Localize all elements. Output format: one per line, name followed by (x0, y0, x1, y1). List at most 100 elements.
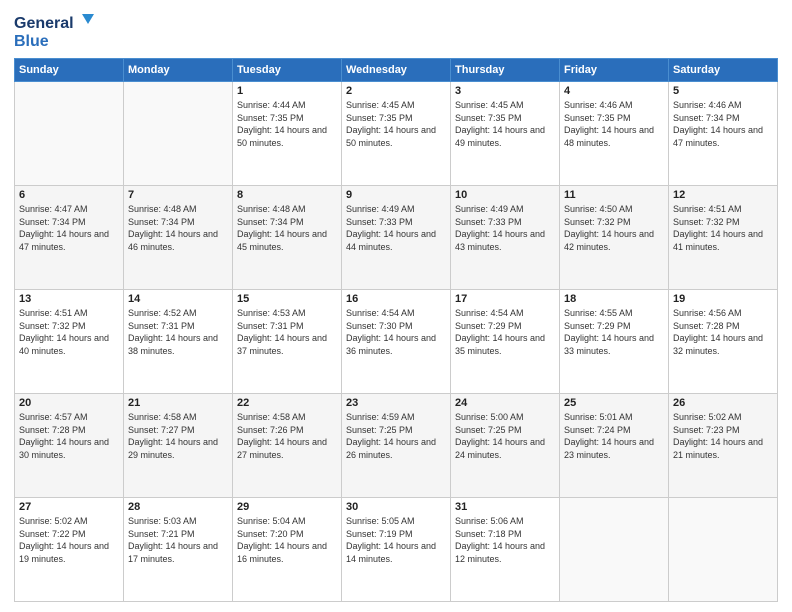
calendar-day-cell (669, 498, 778, 602)
daylight-text: Daylight: 14 hours and 17 minutes. (128, 541, 218, 564)
day-number: 12 (673, 189, 773, 201)
day-info: Sunrise: 4:48 AM Sunset: 7:34 PM Dayligh… (237, 203, 337, 253)
calendar-day-cell (124, 82, 233, 186)
daylight-text: Daylight: 14 hours and 50 minutes. (237, 125, 327, 148)
calendar-day-cell: 28 Sunrise: 5:03 AM Sunset: 7:21 PM Dayl… (124, 498, 233, 602)
sunrise-text: Sunrise: 5:02 AM (19, 516, 88, 526)
daylight-text: Daylight: 14 hours and 29 minutes. (128, 437, 218, 460)
page: General Blue SundayMondayTuesdayWednesda… (0, 0, 792, 612)
calendar-day-cell: 21 Sunrise: 4:58 AM Sunset: 7:27 PM Dayl… (124, 394, 233, 498)
sunrise-text: Sunrise: 4:57 AM (19, 412, 88, 422)
calendar-day-header: Thursday (451, 59, 560, 82)
calendar-day-cell: 20 Sunrise: 4:57 AM Sunset: 7:28 PM Dayl… (15, 394, 124, 498)
day-number: 1 (237, 85, 337, 97)
calendar-day-cell: 24 Sunrise: 5:00 AM Sunset: 7:25 PM Dayl… (451, 394, 560, 498)
day-info: Sunrise: 4:48 AM Sunset: 7:34 PM Dayligh… (128, 203, 228, 253)
sunset-text: Sunset: 7:28 PM (19, 425, 86, 435)
sunrise-text: Sunrise: 4:58 AM (128, 412, 197, 422)
sunrise-text: Sunrise: 4:48 AM (237, 204, 306, 214)
sunrise-text: Sunrise: 4:59 AM (346, 412, 415, 422)
day-number: 20 (19, 397, 119, 409)
calendar-week-row: 27 Sunrise: 5:02 AM Sunset: 7:22 PM Dayl… (15, 498, 778, 602)
daylight-text: Daylight: 14 hours and 24 minutes. (455, 437, 545, 460)
calendar-day-cell: 27 Sunrise: 5:02 AM Sunset: 7:22 PM Dayl… (15, 498, 124, 602)
calendar-day-cell: 3 Sunrise: 4:45 AM Sunset: 7:35 PM Dayli… (451, 82, 560, 186)
sunset-text: Sunset: 7:35 PM (346, 113, 413, 123)
svg-text:General: General (14, 15, 74, 32)
sunrise-text: Sunrise: 4:51 AM (19, 308, 88, 318)
sunrise-text: Sunrise: 4:46 AM (564, 100, 633, 110)
day-info: Sunrise: 4:52 AM Sunset: 7:31 PM Dayligh… (128, 307, 228, 357)
day-info: Sunrise: 4:57 AM Sunset: 7:28 PM Dayligh… (19, 411, 119, 461)
day-info: Sunrise: 4:58 AM Sunset: 7:26 PM Dayligh… (237, 411, 337, 461)
daylight-text: Daylight: 14 hours and 27 minutes. (237, 437, 327, 460)
calendar-day-cell: 26 Sunrise: 5:02 AM Sunset: 7:23 PM Dayl… (669, 394, 778, 498)
day-info: Sunrise: 4:58 AM Sunset: 7:27 PM Dayligh… (128, 411, 228, 461)
sunrise-text: Sunrise: 4:47 AM (19, 204, 88, 214)
sunrise-text: Sunrise: 4:53 AM (237, 308, 306, 318)
day-info: Sunrise: 4:46 AM Sunset: 7:35 PM Dayligh… (564, 99, 664, 149)
logo-icon: General Blue (14, 10, 94, 50)
day-number: 19 (673, 293, 773, 305)
sunrise-text: Sunrise: 5:00 AM (455, 412, 524, 422)
day-info: Sunrise: 4:51 AM Sunset: 7:32 PM Dayligh… (19, 307, 119, 357)
calendar-day-cell: 2 Sunrise: 4:45 AM Sunset: 7:35 PM Dayli… (342, 82, 451, 186)
day-number: 9 (346, 189, 446, 201)
day-number: 8 (237, 189, 337, 201)
sunset-text: Sunset: 7:21 PM (128, 529, 195, 539)
daylight-text: Daylight: 14 hours and 43 minutes. (455, 229, 545, 252)
calendar-day-cell: 9 Sunrise: 4:49 AM Sunset: 7:33 PM Dayli… (342, 186, 451, 290)
sunset-text: Sunset: 7:34 PM (237, 217, 304, 227)
sunrise-text: Sunrise: 4:56 AM (673, 308, 742, 318)
day-info: Sunrise: 4:46 AM Sunset: 7:34 PM Dayligh… (673, 99, 773, 149)
daylight-text: Daylight: 14 hours and 33 minutes. (564, 333, 654, 356)
daylight-text: Daylight: 14 hours and 42 minutes. (564, 229, 654, 252)
sunset-text: Sunset: 7:33 PM (455, 217, 522, 227)
day-number: 30 (346, 501, 446, 513)
day-number: 16 (346, 293, 446, 305)
day-number: 5 (673, 85, 773, 97)
calendar-day-cell: 30 Sunrise: 5:05 AM Sunset: 7:19 PM Dayl… (342, 498, 451, 602)
calendar-day-header: Monday (124, 59, 233, 82)
day-info: Sunrise: 4:55 AM Sunset: 7:29 PM Dayligh… (564, 307, 664, 357)
daylight-text: Daylight: 14 hours and 46 minutes. (128, 229, 218, 252)
day-info: Sunrise: 5:02 AM Sunset: 7:22 PM Dayligh… (19, 515, 119, 565)
sunset-text: Sunset: 7:34 PM (673, 113, 740, 123)
sunrise-text: Sunrise: 4:46 AM (673, 100, 742, 110)
sunset-text: Sunset: 7:32 PM (19, 321, 86, 331)
calendar-day-cell: 6 Sunrise: 4:47 AM Sunset: 7:34 PM Dayli… (15, 186, 124, 290)
day-number: 4 (564, 85, 664, 97)
sunset-text: Sunset: 7:34 PM (128, 217, 195, 227)
sunset-text: Sunset: 7:34 PM (19, 217, 86, 227)
day-info: Sunrise: 4:44 AM Sunset: 7:35 PM Dayligh… (237, 99, 337, 149)
day-number: 24 (455, 397, 555, 409)
sunrise-text: Sunrise: 4:44 AM (237, 100, 306, 110)
day-number: 3 (455, 85, 555, 97)
sunrise-text: Sunrise: 4:54 AM (455, 308, 524, 318)
day-info: Sunrise: 4:56 AM Sunset: 7:28 PM Dayligh… (673, 307, 773, 357)
sunset-text: Sunset: 7:25 PM (455, 425, 522, 435)
calendar-week-row: 20 Sunrise: 4:57 AM Sunset: 7:28 PM Dayl… (15, 394, 778, 498)
sunrise-text: Sunrise: 5:03 AM (128, 516, 197, 526)
day-number: 14 (128, 293, 228, 305)
daylight-text: Daylight: 14 hours and 47 minutes. (673, 125, 763, 148)
calendar-day-cell: 22 Sunrise: 4:58 AM Sunset: 7:26 PM Dayl… (233, 394, 342, 498)
day-number: 23 (346, 397, 446, 409)
day-number: 6 (19, 189, 119, 201)
day-info: Sunrise: 5:06 AM Sunset: 7:18 PM Dayligh… (455, 515, 555, 565)
day-number: 18 (564, 293, 664, 305)
day-info: Sunrise: 4:54 AM Sunset: 7:29 PM Dayligh… (455, 307, 555, 357)
day-number: 29 (237, 501, 337, 513)
day-info: Sunrise: 4:59 AM Sunset: 7:25 PM Dayligh… (346, 411, 446, 461)
sunrise-text: Sunrise: 4:45 AM (346, 100, 415, 110)
day-info: Sunrise: 4:50 AM Sunset: 7:32 PM Dayligh… (564, 203, 664, 253)
sunset-text: Sunset: 7:25 PM (346, 425, 413, 435)
sunset-text: Sunset: 7:32 PM (673, 217, 740, 227)
sunrise-text: Sunrise: 4:49 AM (346, 204, 415, 214)
day-info: Sunrise: 5:03 AM Sunset: 7:21 PM Dayligh… (128, 515, 228, 565)
day-number: 26 (673, 397, 773, 409)
sunset-text: Sunset: 7:33 PM (346, 217, 413, 227)
calendar-day-header: Friday (560, 59, 669, 82)
day-number: 15 (237, 293, 337, 305)
day-number: 31 (455, 501, 555, 513)
